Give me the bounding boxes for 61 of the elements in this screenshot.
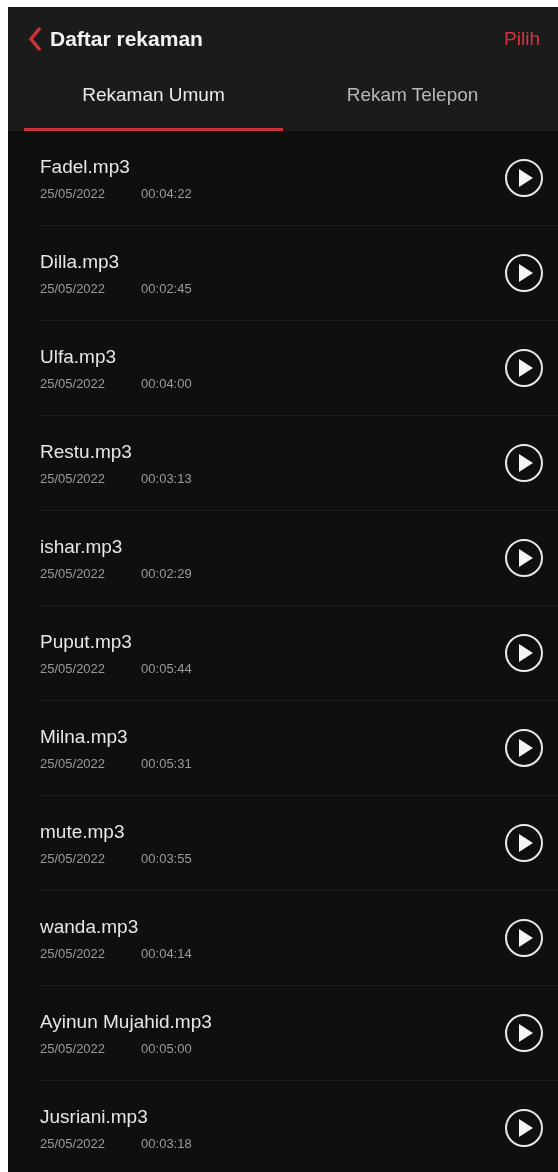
recording-duration: 00:05:31 (141, 755, 192, 771)
file-name: Milna.mp3 (40, 725, 129, 748)
recording-date: 25/05/2022 (40, 470, 106, 486)
play-icon (504, 1013, 544, 1053)
tab[interactable]: Rekaman Umum (24, 71, 283, 131)
play-icon (504, 728, 544, 768)
file-name: Jusriani.mp3 (40, 1105, 149, 1128)
play-icon (504, 918, 544, 958)
file-name: Ulfa.mp3 (40, 345, 118, 368)
recording-date: 25/05/2022 (40, 185, 106, 201)
recording-date: 25/05/2022 (40, 1135, 106, 1151)
recording-duration: 00:03:13 (141, 470, 192, 486)
recording-duration: 00:04:00 (141, 375, 192, 391)
recording-date: 25/05/2022 (40, 850, 106, 866)
back-icon (28, 26, 42, 52)
tab[interactable]: Rekam Telepon (283, 71, 542, 131)
recording-duration: 00:03:55 (141, 850, 192, 866)
recording-duration: 00:04:22 (141, 185, 192, 201)
recording-date: 25/05/2022 (40, 565, 106, 581)
recording-duration: 00:02:29 (141, 565, 192, 581)
play-icon (504, 348, 544, 388)
play-button[interactable] (504, 443, 544, 483)
play-button[interactable] (504, 918, 544, 958)
recording-date: 25/05/2022 (40, 1040, 106, 1056)
play-icon (504, 823, 544, 863)
recording-date: 25/05/2022 (40, 660, 106, 676)
play-button[interactable] (504, 538, 544, 578)
recording-date: 25/05/2022 (40, 375, 106, 391)
play-button[interactable] (504, 158, 544, 198)
play-icon (504, 1108, 544, 1148)
page-title: Daftar rekaman (50, 27, 204, 51)
play-button[interactable] (504, 348, 544, 388)
play-button[interactable] (504, 1108, 544, 1148)
file-name: Ayinun Mujahid.mp3 (40, 1010, 213, 1033)
file-name: ishar.mp3 (40, 535, 124, 558)
recording-duration: 00:02:45 (141, 280, 192, 296)
recording-date: 25/05/2022 (40, 280, 106, 296)
play-icon (504, 538, 544, 578)
file-name: Restu.mp3 (40, 440, 133, 463)
recording-duration: 00:03:18 (141, 1135, 192, 1151)
back-button[interactable] (28, 26, 42, 52)
recording-date: 25/05/2022 (40, 755, 106, 771)
file-name: Fadel.mp3 (40, 155, 131, 178)
play-icon (504, 633, 544, 673)
play-icon (504, 443, 544, 483)
play-icon (504, 253, 544, 293)
play-button[interactable] (504, 728, 544, 768)
play-button[interactable] (504, 1013, 544, 1053)
file-name: wanda.mp3 (40, 915, 140, 938)
play-button[interactable] (504, 253, 544, 293)
file-name: Puput.mp3 (40, 630, 133, 653)
file-name: mute.mp3 (40, 820, 126, 843)
play-button[interactable] (504, 633, 544, 673)
recording-date: 25/05/2022 (40, 945, 106, 961)
file-name: Dilla.mp3 (40, 250, 121, 273)
play-button[interactable] (504, 823, 544, 863)
select-button[interactable]: Pilih (504, 28, 540, 50)
recording-duration: 00:05:00 (141, 1040, 192, 1056)
play-icon (504, 158, 544, 198)
recording-duration: 00:05:44 (141, 660, 192, 676)
recording-duration: 00:04:14 (141, 945, 192, 961)
